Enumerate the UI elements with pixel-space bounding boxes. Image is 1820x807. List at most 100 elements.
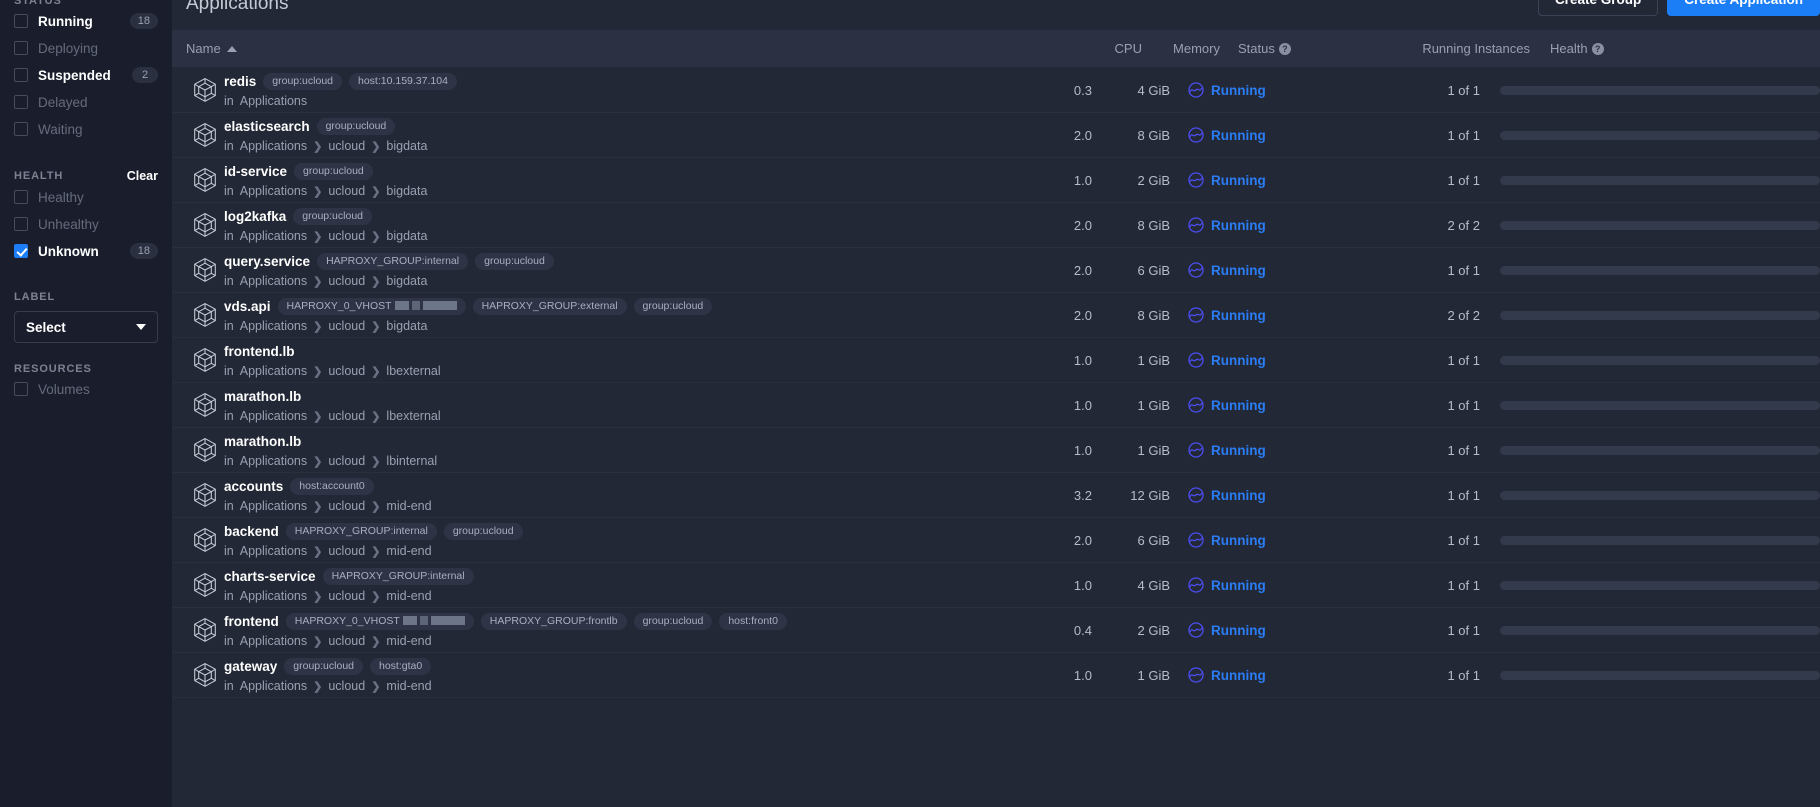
table-row[interactable]: marathon.lb in Applications ❯ ucloud ❯ lbexter… — [172, 383, 1820, 428]
create-application-button[interactable]: Create Application — [1667, 0, 1820, 16]
help-icon[interactable]: ? — [1591, 43, 1604, 55]
filter-status-deploying[interactable]: Deploying — [14, 35, 158, 61]
breadcrumb-item[interactable]: ucloud — [328, 454, 365, 468]
breadcrumb-item[interactable]: ucloud — [328, 139, 365, 153]
table-row[interactable]: vds.api HAPROXY_0_VHOST HAPROXY_GROUP:exte… — [172, 293, 1820, 338]
breadcrumb-item[interactable]: ucloud — [328, 409, 365, 423]
breadcrumb-item[interactable]: Applications — [240, 364, 307, 378]
breadcrumb-item[interactable]: ucloud — [328, 499, 365, 513]
filter-resources-volumes[interactable]: Volumes — [14, 376, 158, 402]
create-group-button[interactable]: Create Group — [1537, 0, 1659, 16]
cell-health — [1480, 175, 1820, 185]
filter-status-suspended[interactable]: Suspended 2 — [14, 62, 158, 88]
breadcrumb-item[interactable]: Applications — [240, 229, 307, 243]
table-row[interactable]: redis group:ucloud host:10.159.37.104 in App… — [172, 68, 1820, 113]
checkbox-running[interactable] — [14, 14, 28, 28]
checkbox-unknown[interactable] — [14, 244, 28, 258]
breadcrumb-item[interactable]: mid-end — [386, 544, 431, 558]
table-row[interactable]: id-service group:ucloud in Applications ❯ ucl… — [172, 158, 1820, 203]
breadcrumb-item[interactable]: Applications — [240, 499, 307, 513]
table-row[interactable]: frontend HAPROXY_0_VHOST HAPROXY_GROUP:fro… — [172, 608, 1820, 653]
checkbox-delayed[interactable] — [14, 95, 28, 109]
breadcrumb-item[interactable]: bigdata — [386, 319, 427, 333]
table-row[interactable]: frontend.lb in Applications ❯ ucloud ❯ lbexter… — [172, 338, 1820, 383]
breadcrumb-item[interactable]: Applications — [240, 409, 307, 423]
application-name[interactable]: backend — [224, 524, 279, 539]
application-name[interactable]: query.service — [224, 254, 310, 269]
table-row[interactable]: backend HAPROXY_GROUP:internal group:uclou… — [172, 518, 1820, 563]
clear-health-filters-button[interactable]: Clear — [127, 169, 158, 183]
breadcrumb-item[interactable]: ucloud — [328, 364, 365, 378]
breadcrumb-item[interactable]: ucloud — [328, 544, 365, 558]
filter-health-unhealthy[interactable]: Unhealthy — [14, 211, 158, 237]
column-header-health[interactable]: Health? — [1530, 41, 1820, 56]
breadcrumb-item[interactable]: Applications — [240, 589, 307, 603]
application-name[interactable]: marathon.lb — [224, 389, 301, 404]
breadcrumb-item[interactable]: Applications — [240, 679, 307, 693]
application-name[interactable]: log2kafka — [224, 209, 286, 224]
filter-health-unknown[interactable]: Unknown 18 — [14, 238, 158, 264]
label-select[interactable]: Select — [14, 311, 158, 343]
table-row[interactable]: accounts host:account0 in Applications ❯ uclo… — [172, 473, 1820, 518]
breadcrumb-item[interactable]: Applications — [240, 184, 307, 198]
application-name[interactable]: frontend.lb — [224, 344, 295, 359]
filter-health-healthy[interactable]: Healthy — [14, 184, 158, 210]
breadcrumb-item[interactable]: bigdata — [386, 184, 427, 198]
filter-status-delayed[interactable]: Delayed — [14, 89, 158, 115]
breadcrumb-item[interactable]: Applications — [240, 274, 307, 288]
breadcrumb-item[interactable]: lbexternal — [386, 364, 440, 378]
table-row[interactable]: marathon.lb in Applications ❯ ucloud ❯ lbinter… — [172, 428, 1820, 473]
breadcrumb-item[interactable]: Applications — [240, 319, 307, 333]
application-name[interactable]: accounts — [224, 479, 283, 494]
column-header-memory[interactable]: Memory — [1142, 41, 1220, 56]
checkbox-healthy[interactable] — [14, 190, 28, 204]
breadcrumb-item[interactable]: Applications — [240, 634, 307, 648]
breadcrumb-item[interactable]: bigdata — [386, 139, 427, 153]
checkbox-waiting[interactable] — [14, 122, 28, 136]
breadcrumb-item[interactable]: ucloud — [328, 634, 365, 648]
application-name[interactable]: id-service — [224, 164, 287, 179]
table-row[interactable]: charts-service HAPROXY_GROUP:internal in Ap… — [172, 563, 1820, 608]
column-header-status[interactable]: Status? — [1220, 41, 1340, 56]
breadcrumb-item[interactable]: ucloud — [328, 184, 365, 198]
column-header-name[interactable]: Name — [172, 41, 1064, 56]
table-row[interactable]: query.service HAPROXY_GROUP:internal group… — [172, 248, 1820, 293]
checkbox-deploying[interactable] — [14, 41, 28, 55]
table-row[interactable]: elasticsearch group:ucloud in Applications ❯… — [172, 113, 1820, 158]
breadcrumb-item[interactable]: ucloud — [328, 229, 365, 243]
checkbox-volumes[interactable] — [14, 382, 28, 396]
application-name[interactable]: frontend — [224, 614, 279, 629]
checkbox-suspended[interactable] — [14, 68, 28, 82]
breadcrumb-item[interactable]: ucloud — [328, 679, 365, 693]
table-row[interactable]: gateway group:ucloud host:gta0 in Applicatio… — [172, 653, 1820, 698]
breadcrumb-item[interactable]: ucloud — [328, 274, 365, 288]
application-name[interactable]: redis — [224, 74, 256, 89]
breadcrumb-item[interactable]: mid-end — [386, 634, 431, 648]
application-name[interactable]: vds.api — [224, 299, 271, 314]
application-name[interactable]: gateway — [224, 659, 277, 674]
application-name[interactable]: charts-service — [224, 569, 316, 584]
checkbox-unhealthy[interactable] — [14, 217, 28, 231]
help-icon[interactable]: ? — [1278, 43, 1291, 55]
breadcrumb-item[interactable]: bigdata — [386, 229, 427, 243]
column-header-running-instances[interactable]: Running Instances — [1340, 41, 1530, 56]
breadcrumb-item[interactable]: Applications — [240, 544, 307, 558]
breadcrumb-item[interactable]: lbexternal — [386, 409, 440, 423]
application-name[interactable]: elasticsearch — [224, 119, 310, 134]
filter-status-running[interactable]: Running 18 — [14, 8, 158, 34]
filter-status-waiting[interactable]: Waiting — [14, 116, 158, 142]
breadcrumb-item[interactable]: Applications — [240, 454, 307, 468]
breadcrumb-item[interactable]: mid-end — [386, 589, 431, 603]
breadcrumb-item[interactable]: mid-end — [386, 499, 431, 513]
breadcrumb-item[interactable]: lbinternal — [386, 454, 437, 468]
breadcrumb-item[interactable]: bigdata — [386, 274, 427, 288]
breadcrumb-item[interactable]: Applications — [240, 94, 307, 108]
application-name[interactable]: marathon.lb — [224, 434, 301, 449]
table-row[interactable]: log2kafka group:ucloud in Applications ❯ uclo… — [172, 203, 1820, 248]
breadcrumb-item[interactable]: Applications — [240, 139, 307, 153]
breadcrumb-item[interactable]: ucloud — [328, 589, 365, 603]
breadcrumb-item[interactable]: mid-end — [386, 679, 431, 693]
breadcrumb-prefix: in — [224, 634, 234, 648]
breadcrumb-item[interactable]: ucloud — [328, 319, 365, 333]
column-header-cpu[interactable]: CPU — [1064, 41, 1142, 56]
